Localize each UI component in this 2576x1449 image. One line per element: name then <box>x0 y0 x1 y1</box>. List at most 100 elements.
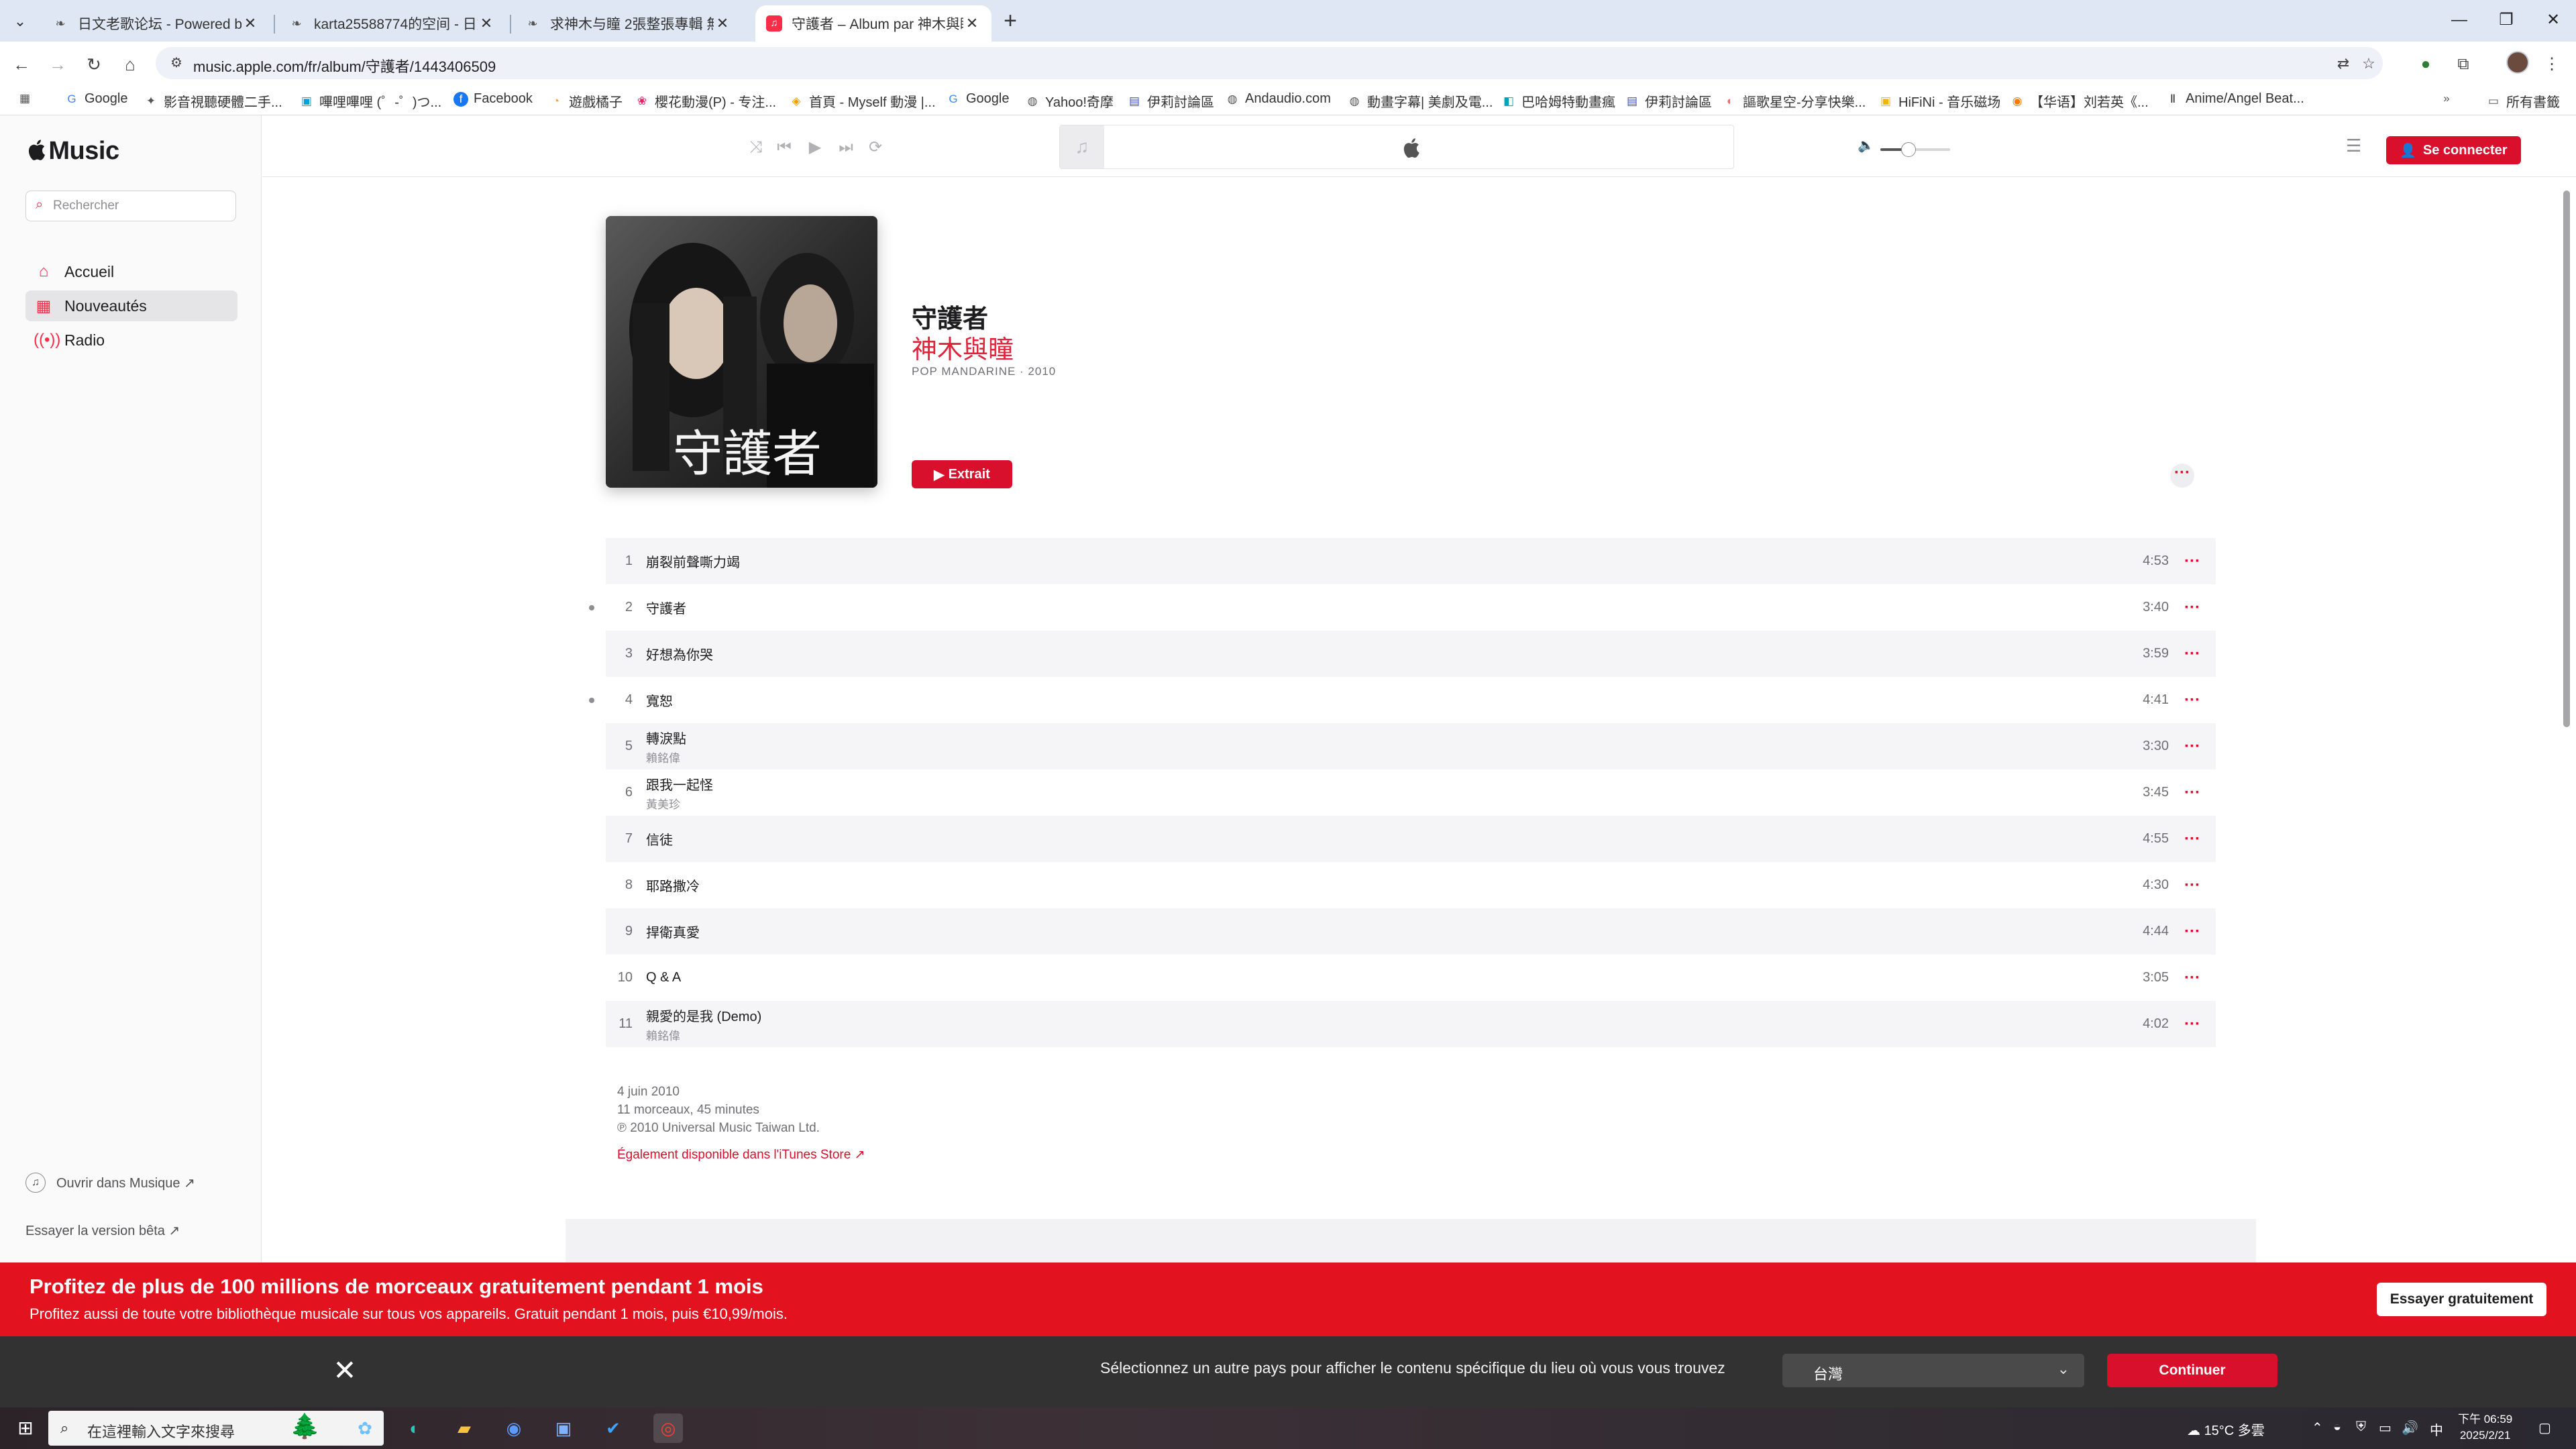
bookmark-item[interactable]: ▣ HiFiNi - 音乐磁场 <box>1878 91 2000 111</box>
bookmark-item[interactable]: ◔ 遊戲橘子 <box>549 91 623 111</box>
restore-icon[interactable]: ❐ <box>2486 7 2526 34</box>
bookmark-item[interactable]: G Google <box>64 91 127 107</box>
search-field[interactable]: ⌕ <box>25 191 236 221</box>
track-more-options-icon[interactable]: ··· <box>2169 691 2216 710</box>
browser-tab-active[interactable]: ♫ 守護者 – Album par 神木與瞳 ✕ <box>755 5 991 42</box>
track-more-options-icon[interactable]: ··· <box>2169 737 2216 756</box>
track-title[interactable]: 跟我一起怪 <box>646 774 2115 794</box>
track-row[interactable]: 7 信徒 4:55 ··· <box>606 816 2216 862</box>
volume-knob[interactable] <box>1900 142 1916 157</box>
track-title[interactable]: 崩裂前聲嘶力竭 <box>646 551 2115 571</box>
track-more-options-icon[interactable]: ··· <box>2169 969 2216 987</box>
security-icon[interactable]: ⛨ <box>2356 1419 2366 1435</box>
bookmarks-overflow-icon[interactable]: » <box>2439 91 2459 106</box>
close-icon[interactable]: ✕ <box>331 1354 358 1387</box>
track-row[interactable]: 8 耶路撒冷 4:30 ··· <box>606 862 2216 908</box>
try-free-button[interactable]: Essayer gratuitement <box>2377 1283 2546 1316</box>
bookmark-item[interactable]: ◍ Andaudio.com <box>1225 91 1331 107</box>
bookmark-star-icon[interactable]: ☆ <box>2359 54 2379 74</box>
scrollbar-thumb[interactable] <box>2563 191 2570 727</box>
extension-icon[interactable]: ● <box>2414 52 2438 76</box>
close-tab-icon[interactable]: ✕ <box>478 15 495 32</box>
forward-arrow-icon[interactable]: → <box>44 51 71 78</box>
taskbar-clock[interactable]: 下午 06:59 2025/2/21 <box>2458 1411 2512 1444</box>
new-tab-icon[interactable]: + <box>998 9 1022 34</box>
sidebar-item-home[interactable]: ⌂ Accueil <box>25 256 237 287</box>
next-icon[interactable]: ⏭ <box>834 136 858 160</box>
bookmark-item[interactable]: G Google <box>946 91 1009 107</box>
country-dropdown[interactable]: 台灣 ⌄ <box>1782 1354 2084 1387</box>
track-title[interactable]: 守護者 <box>646 598 2115 617</box>
track-row[interactable]: 3 好想為你哭 3:59 ··· <box>606 631 2216 677</box>
track-artist[interactable]: 賴銘偉 <box>646 1026 2115 1043</box>
open-in-music-link[interactable]: ♫ Ouvrir dans Musique ↗ <box>25 1173 195 1193</box>
track-more-options-icon[interactable]: ··· <box>2169 552 2216 571</box>
track-row[interactable]: 10 Q & A 3:05 ··· <box>606 955 2216 1001</box>
track-row[interactable]: 9 捍衛真愛 4:44 ··· <box>606 908 2216 955</box>
track-title[interactable]: 耶路撒冷 <box>646 875 2115 895</box>
browser-tab[interactable]: ❧ karta25588774的空间 - 日文 ✕ <box>278 5 506 42</box>
previous-icon[interactable]: ⏮ <box>772 136 796 160</box>
repeat-icon[interactable]: ⟳ <box>863 136 888 160</box>
ime-indicator[interactable]: 中 <box>2430 1419 2443 1439</box>
bookmark-item[interactable]: ◍ 動畫字幕| 美劇及電... <box>1347 91 1493 111</box>
close-tab-icon[interactable]: ✕ <box>714 15 731 32</box>
preview-button[interactable]: ▶ Extrait <box>912 460 1012 488</box>
track-row[interactable]: 5 轉淚點 賴銘偉 3:30 ··· <box>606 723 2216 769</box>
browser-menu-icon[interactable]: ⋮ <box>2540 52 2564 76</box>
bookmark-item[interactable]: ▣ 嗶哩嗶哩 (゜-゜)つ... <box>299 91 441 111</box>
track-row[interactable]: 6 跟我一起怪 黃美珍 3:45 ··· <box>606 769 2216 816</box>
volume-icon[interactable]: 🔈 <box>1858 137 1874 154</box>
apps-grid-icon[interactable]: ▦ <box>17 91 38 106</box>
track-row[interactable]: 11 親愛的是我 (Demo) 賴銘偉 4:02 ··· <box>606 1001 2216 1047</box>
home-icon[interactable]: ⌂ <box>117 51 144 78</box>
itunes-store-link[interactable]: Également disponible dans l'iTunes Store… <box>617 1147 865 1163</box>
shuffle-icon[interactable]: ⤨ <box>744 136 768 160</box>
track-row[interactable]: 2 守護者 3:40 ··· <box>589 584 2216 631</box>
sidebar-item-new[interactable]: ▦ Nouveautés <box>25 290 237 321</box>
track-more-options-icon[interactable]: ··· <box>2169 876 2216 895</box>
bookmark-item[interactable]: ▤ 伊莉討論區 <box>1127 91 1214 111</box>
track-title[interactable]: 親愛的是我 (Demo) <box>646 1006 2115 1025</box>
close-window-icon[interactable]: ✕ <box>2533 7 2573 34</box>
try-beta-link[interactable]: Essayer la version bêta ↗ <box>25 1222 180 1239</box>
speaker-icon[interactable]: 🔊 <box>2402 1419 2418 1436</box>
tray-app-icon[interactable]: ◒ <box>2333 1419 2341 1435</box>
network-icon[interactable]: ▭ <box>2379 1419 2392 1436</box>
queue-list-icon[interactable]: ☰ <box>2346 136 2361 156</box>
bookmark-item[interactable]: ◐ 謳歌星空-分享快樂... <box>1723 91 1866 111</box>
track-more-options-icon[interactable]: ··· <box>2169 645 2216 663</box>
taskbar-search-box[interactable]: ⌕ 在這裡輸入文字來搜尋 🌲 <box>48 1411 384 1446</box>
album-more-options-icon[interactable]: ··· <box>2170 464 2194 488</box>
sign-in-button[interactable]: 👤 Se connecter <box>2386 136 2521 164</box>
address-bar[interactable]: ⚙ music.apple.com/fr/album/守護者/144340650… <box>156 47 2383 79</box>
tray-apps-icon[interactable]: ⌃ <box>2312 1419 2323 1436</box>
sidebar-item-radio[interactable]: ((•)) Radio <box>25 325 237 356</box>
track-artist[interactable]: 賴銘偉 <box>646 749 2115 765</box>
bookmark-item[interactable]: ◍ Yahoo!奇摩 <box>1025 91 1114 111</box>
all-bookmarks-folder[interactable]: ▭ 所有書籤 <box>2486 91 2560 111</box>
continue-button[interactable]: Continuer <box>2107 1354 2277 1387</box>
tab-search-icon[interactable]: ⌄ <box>8 9 32 34</box>
bookmark-item[interactable]: ✦ 影音視聽硬體二手... <box>144 91 282 111</box>
track-more-options-icon[interactable]: ··· <box>2169 784 2216 802</box>
play-icon[interactable]: ▶ <box>803 136 827 160</box>
app-taskbar-icon[interactable]: ✔ <box>598 1413 628 1443</box>
bookmark-item[interactable]: ◉ 【华语】刘若英《... <box>2010 91 2149 111</box>
close-tab-icon[interactable]: ✕ <box>241 15 259 32</box>
track-more-options-icon[interactable]: ··· <box>2169 598 2216 617</box>
back-arrow-icon[interactable]: ← <box>8 51 35 78</box>
track-title[interactable]: 好想為你哭 <box>646 644 2115 663</box>
bookmark-item[interactable]: ❀ 櫻花動漫(P) - 专注... <box>635 91 776 111</box>
track-title[interactable]: Q & A <box>646 970 2115 985</box>
copilot-icon[interactable]: ✿ <box>350 1413 380 1443</box>
track-more-options-icon[interactable]: ··· <box>2169 922 2216 941</box>
windows-start-icon[interactable]: ⊞ <box>15 1417 36 1439</box>
browser-tab[interactable]: ❧ 求神木与瞳 2張整張專輯 無損 ✕ <box>514 5 742 42</box>
track-more-options-icon[interactable]: ··· <box>2169 1015 2216 1034</box>
reload-icon[interactable]: ↻ <box>80 51 107 78</box>
site-info-icon[interactable]: ⚙ <box>170 54 188 72</box>
edge-browser-icon[interactable]: ◐ <box>400 1413 429 1443</box>
notification-icon[interactable]: ▢ <box>2538 1419 2551 1436</box>
album-artist-link[interactable]: 神木與瞳 <box>912 329 1014 366</box>
